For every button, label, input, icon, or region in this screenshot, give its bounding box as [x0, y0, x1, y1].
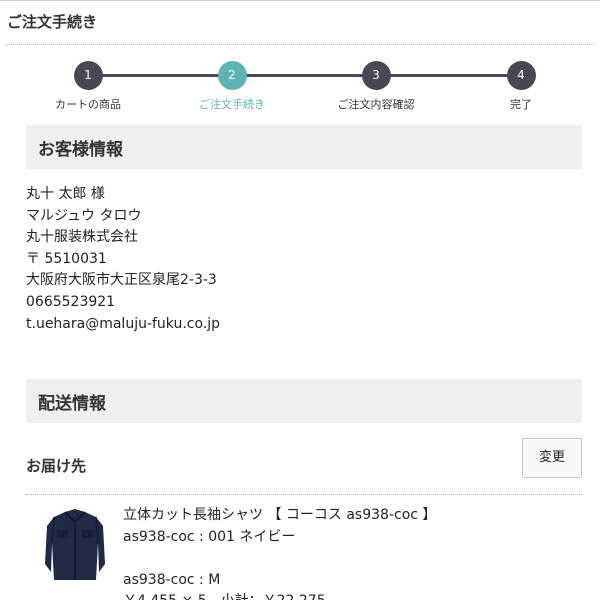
step-label: カートの商品: [55, 98, 121, 111]
customer-postal: 〒 5510031: [26, 250, 107, 267]
product-price: ￥4,455 × 5 小計：￥22,275: [123, 591, 436, 600]
customer-info-title: お客様情報: [38, 140, 123, 160]
product-info: 立体カット長袖シャツ 【 コーコス as938-coc 】 as938-coc …: [123, 505, 436, 600]
product-color: as938-coc : 001 ネイビー: [123, 528, 296, 545]
stepper-line: [88, 74, 522, 77]
product-size: as938-coc : M: [123, 571, 221, 588]
customer-info: 丸十 太郎 様 マルジュウ タロウ 丸十服装株式会社 〒 5510031 大阪府…: [26, 184, 220, 335]
step-label: 完了: [510, 98, 532, 111]
customer-address: 大阪府大阪市大正区泉尾2-3-3: [26, 272, 217, 289]
product-image: [44, 506, 106, 582]
page-header: ご注文手続き: [0, 0, 600, 45]
navy-shirt-icon: [45, 509, 105, 580]
step-number: 2: [217, 61, 247, 90]
shipping-divider: [26, 494, 582, 495]
step-complete: 4 完了: [461, 58, 581, 112]
customer-info-header: お客様情報: [26, 125, 582, 169]
step-number: 4: [506, 61, 536, 90]
shipping-info-header: 配送情報: [26, 379, 582, 423]
step-number: 3: [361, 61, 391, 90]
change-destination-button[interactable]: 変更: [522, 438, 582, 478]
customer-email: t.uehara@maluju-fuku.co.jp: [26, 315, 221, 332]
step-order-confirm: 3 ご注文内容確認: [316, 58, 436, 112]
shipping-info-title: 配送情報: [38, 394, 106, 414]
delivery-destination-label: お届け先: [26, 457, 87, 475]
step-cart: 1 カートの商品: [28, 58, 148, 112]
step-label: ご注文内容確認: [337, 98, 415, 111]
step-order-procedure: 2 ご注文手続き: [172, 58, 292, 112]
customer-name: 丸十 太郎 様: [26, 186, 105, 202]
header-divider: [5, 44, 594, 45]
customer-phone: 0665523921: [26, 293, 116, 310]
order-progress-stepper: 1 カートの商品 2 ご注文手続き 3 ご注文内容確認 4 完了: [0, 58, 600, 118]
product-name: 立体カット長袖シャツ 【 コーコス as938-coc 】: [123, 507, 437, 523]
step-number: 1: [73, 61, 103, 90]
customer-company: 丸十服装株式会社: [26, 229, 138, 246]
step-label: ご注文手続き: [199, 98, 265, 111]
customer-kana: マルジュウ タロウ: [26, 207, 142, 224]
page-title: ご注文手続き: [7, 13, 98, 31]
